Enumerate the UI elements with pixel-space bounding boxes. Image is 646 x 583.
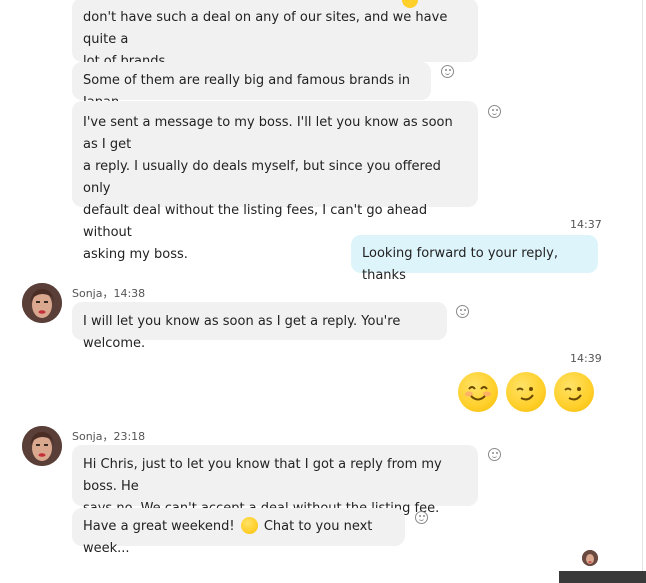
grinning-emoji[interactable]	[458, 372, 498, 412]
chat-panel-border	[642, 0, 643, 583]
smiley-reaction-icon[interactable]	[441, 65, 454, 78]
message-bubble[interactable]: I've sent a message to my boss. I'll let…	[72, 101, 478, 262]
outgoing-message-bubble[interactable]: Looking forward to your reply, thanks	[351, 235, 598, 283]
sonja-avatar[interactable]	[22, 283, 62, 323]
smiley-reaction-icon[interactable]	[456, 305, 469, 318]
winking-emoji[interactable]	[506, 372, 546, 412]
avatar-image	[22, 283, 62, 323]
message-bubble[interactable]: I will let you know as soon as I get a r…	[72, 302, 447, 351]
message-text: I will let you know as soon as I get a r…	[83, 314, 401, 351]
smiley-reaction-icon[interactable]	[488, 105, 501, 118]
winking-emoji-face	[516, 387, 534, 401]
message-bubble[interactable]: Have a great weekend! Chat to you next w…	[72, 508, 405, 556]
message-text: Have a great weekend!	[83, 519, 235, 534]
message-timestamp: 14:37	[570, 218, 602, 231]
read-receipt-avatar	[582, 550, 598, 566]
message-timestamp: 14:39	[570, 352, 602, 365]
grinning-emoji-face	[465, 386, 491, 401]
bottom-right-overlay	[559, 571, 646, 583]
sonja-avatar[interactable]	[22, 426, 62, 466]
message-bubble[interactable]: don't have such a deal on any of our sit…	[72, 0, 478, 69]
sender-name-time: Sonja，23:18	[72, 430, 146, 443]
smile-emoji-inline	[240, 517, 258, 534]
avatar-image	[22, 426, 62, 466]
smile-emoji-face	[564, 387, 582, 401]
message-text-line: Hi Chris, just to let you know that I go…	[83, 457, 442, 494]
message-bubble[interactable]: Some of them are really big and famous b…	[72, 62, 431, 110]
read-receipt-avatar-image	[582, 550, 598, 566]
sender-name-time: Sonja，14:38	[72, 287, 146, 300]
smiley-reaction-icon[interactable]	[488, 448, 501, 461]
message-text: Looking forward to your reply, thanks	[362, 246, 558, 283]
message-text-line: I've sent a message to my boss. I'll let…	[83, 115, 453, 152]
message-bubble[interactable]: Hi Chris, just to let you know that I go…	[72, 445, 478, 516]
message-text-line: a reply. I usually do deals myself, but …	[83, 159, 441, 196]
smiley-reaction-icon[interactable]	[415, 511, 428, 524]
message-text-line: don't have such a deal on any of our sit…	[83, 10, 448, 47]
smile-emoji[interactable]	[554, 372, 594, 412]
